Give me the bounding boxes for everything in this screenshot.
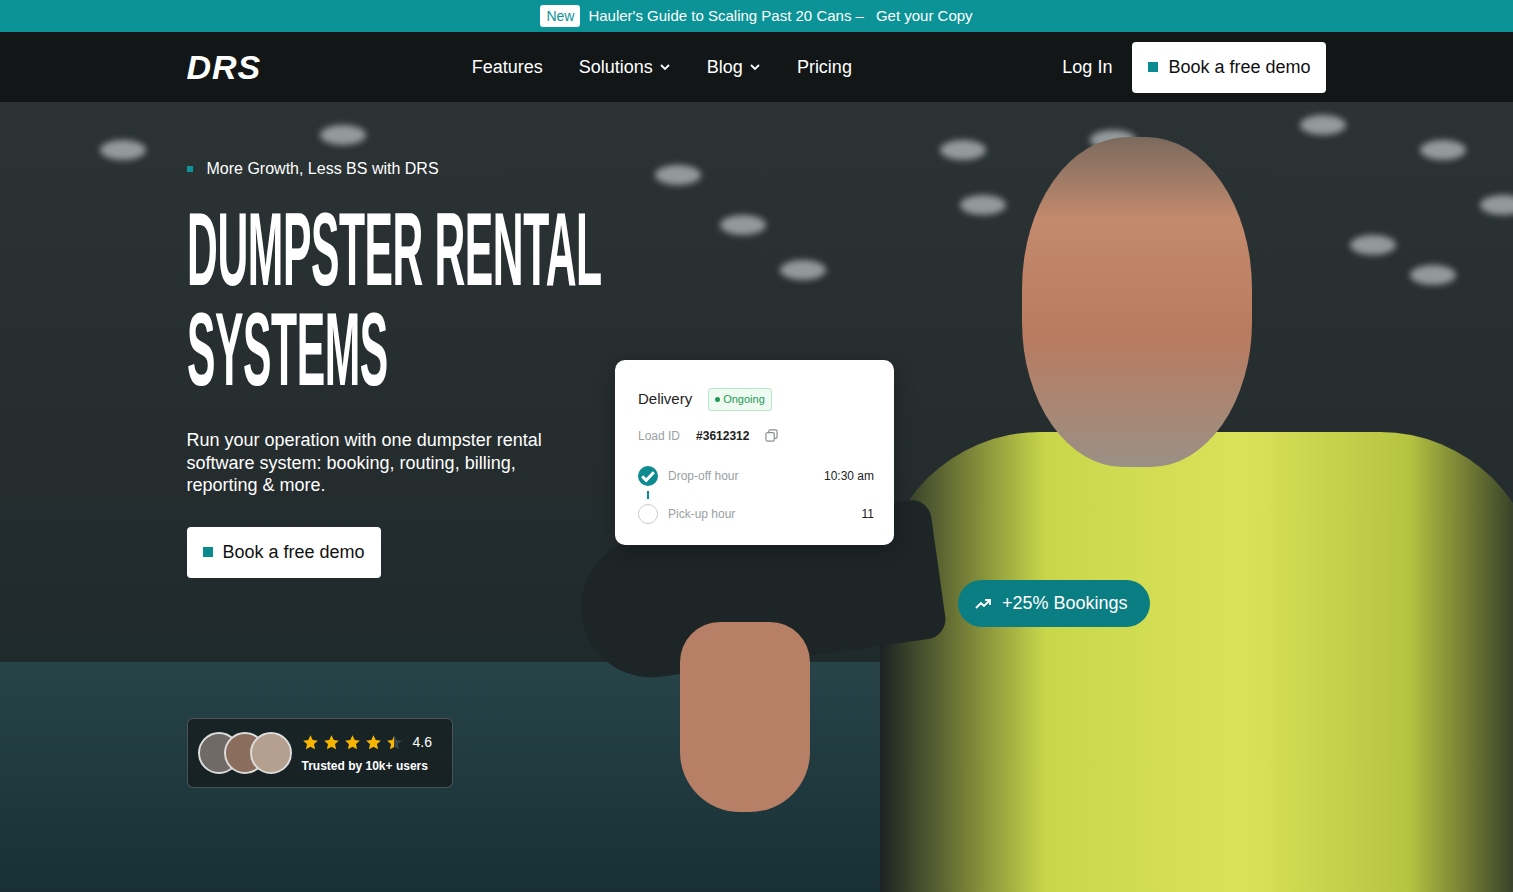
step-time: 11 [862,505,874,523]
avatar [250,732,292,774]
star-filled-icon [323,734,340,751]
announcement-bar: New Hauler's Guide to Scaling Past 20 Can… [0,0,1513,32]
card-title: Delivery [638,388,692,411]
eyebrow-text: More Growth, Less BS with DRS [207,157,439,181]
hero: More Growth, Less BS with DRS DUMPSTER RE… [0,102,1513,892]
announcement-text: Hauler's Guide to Scaling Past 20 Cans – [588,5,864,28]
load-label: Load ID [638,427,680,445]
status-dot [715,397,720,402]
bookings-text: +25% Bookings [1002,590,1128,617]
copy-icon [765,429,778,442]
step-time: 10:30 am [824,467,874,485]
eyebrow: More Growth, Less BS with DRS [187,157,627,181]
user-avatars [198,732,292,774]
star-icon [302,734,319,751]
star-icon [386,734,403,751]
load-id: #3612312 [696,427,749,445]
star-filled-icon [365,734,382,751]
nav-links: Features Solutions Blog Pricing [472,48,852,87]
nav-label: Solutions [579,54,653,81]
nav-item[interactable]: Features [472,48,543,87]
status-text: Ongoing [723,391,765,408]
demo-button[interactable]: Book a free demo [1132,42,1326,93]
nav-item[interactable]: Solutions [579,48,671,87]
new-badge: New [540,5,580,27]
delivery-card: Delivery Ongoing Load ID #3612312 Drop-off h… [615,360,894,545]
step-label: Pick-up hour [668,505,852,523]
step-check [638,466,658,486]
step-row: Drop-off hour 10:30 am [638,461,874,491]
star-icon [365,734,382,751]
demo-label: Book a free demo [223,539,365,566]
copy-link[interactable]: Get your Copy [876,5,973,28]
chevron-down-icon [659,61,671,73]
nav-label: Pricing [797,54,852,81]
chevron-down-icon [749,61,761,73]
star-icon [323,734,340,751]
star-rating: 4.6 [302,732,432,753]
bookings-badge: +25% Bookings [958,580,1150,627]
hero-description: Run your operation with one dumpster ren… [187,429,567,497]
login-link[interactable]: Log In [1062,48,1112,87]
star-filled-icon [344,734,361,751]
nav-label: Blog [707,54,743,81]
demo-label: Book a free demo [1168,54,1310,81]
star-filled-icon [302,734,319,751]
star-empty-icon [386,734,403,751]
nav-label: Features [472,54,543,81]
nav-item[interactable]: Pricing [797,48,852,87]
square-icon [187,166,193,172]
navbar: DRS Features Solutions Blog Pricing Log In Boo… [0,32,1513,102]
trend-up-icon [974,595,992,613]
star-icon [344,734,361,751]
rating-caption: Trusted by 10k+ users [302,757,432,775]
status-badge: Ongoing [708,388,772,411]
step-row: Pick-up hour 11 [638,499,874,529]
rating-score: 4.6 [413,732,432,753]
logo[interactable]: DRS [187,50,262,84]
title-line: DUMPSTER RENTAL [187,199,367,299]
check-icon [638,466,658,486]
star-filled-icon [386,734,395,751]
rating-card: 4.6 Trusted by 10k+ users [187,718,453,788]
square-icon [1148,62,1158,72]
step-check [638,504,658,524]
demo-button[interactable]: Book a free demo [187,527,381,578]
step-label: Drop-off hour [668,467,814,485]
title-line: SYSTEMS [187,299,367,399]
nav-item[interactable]: Blog [707,48,761,87]
hero-title: DUMPSTER RENTALSYSTEMS [187,199,367,399]
square-icon [203,547,213,557]
